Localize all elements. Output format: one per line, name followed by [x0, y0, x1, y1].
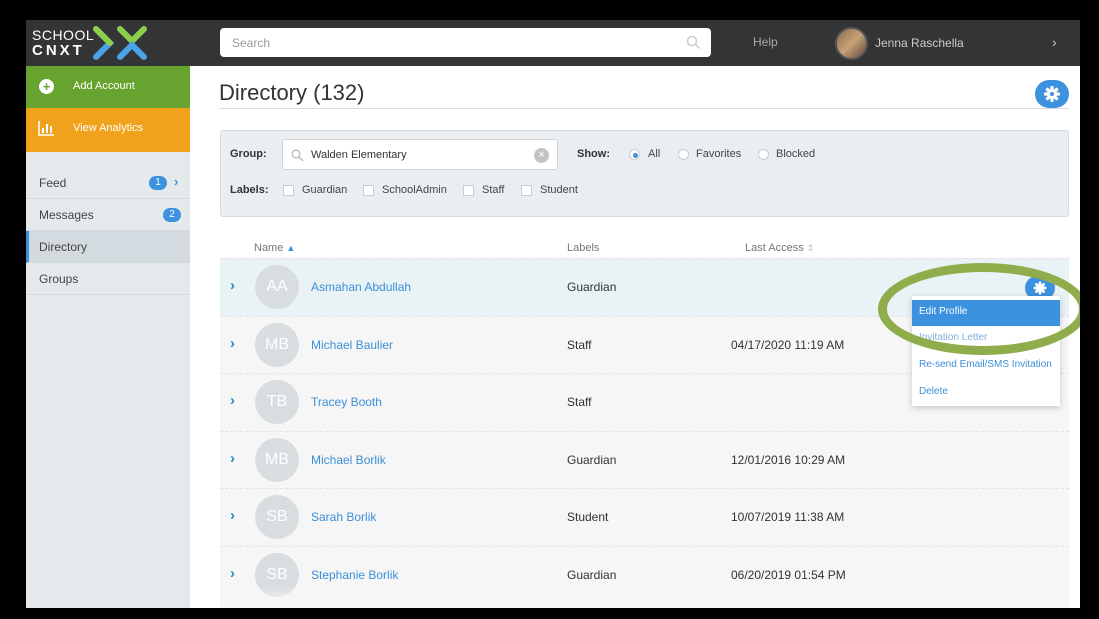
- last-access: 10/07/2019 11:38 AM: [731, 510, 845, 524]
- avatar: AA: [255, 265, 299, 309]
- add-account-button[interactable]: + Add Account: [26, 66, 190, 108]
- sidebar-item-label: Messages: [39, 208, 94, 222]
- last-access: 04/17/2020 11:19 AM: [731, 337, 845, 352]
- user-name[interactable]: Jenna Raschella: [875, 36, 964, 50]
- member-label: Guardian: [567, 280, 617, 294]
- table-row[interactable]: › MB Michael Borlik Guardian 12/01/2016 …: [220, 430, 1069, 488]
- group-value: Walden Elementary: [311, 149, 407, 161]
- sidebar-item-label: Feed: [39, 176, 67, 190]
- bar-chart-icon: [38, 121, 54, 136]
- view-analytics-button[interactable]: View Analytics: [26, 108, 190, 152]
- student-checkbox[interactable]: [521, 185, 532, 196]
- show-label: Show:: [577, 148, 610, 160]
- sidebar-item-feed[interactable]: Feed 1 ›: [26, 167, 190, 199]
- sidebar-item-directory[interactable]: Directory: [26, 231, 190, 263]
- scroll-fade: [220, 586, 1069, 608]
- guardian-checkbox[interactable]: [283, 185, 294, 196]
- sort-icon: ⇕: [806, 243, 815, 253]
- show-blocked-label[interactable]: Blocked: [776, 148, 815, 160]
- search-box: [220, 28, 711, 57]
- last-access-header-text: Last Access: [745, 242, 804, 254]
- menu-item-delete[interactable]: Delete: [912, 380, 1060, 406]
- last-access-column-header[interactable]: Last Access ⇕: [745, 242, 814, 254]
- search-input[interactable]: [232, 28, 672, 57]
- chevron-right-icon[interactable]: ›: [1052, 34, 1057, 50]
- expand-chevron-icon[interactable]: ›: [230, 335, 235, 352]
- logo-line2: CNXT: [32, 42, 85, 59]
- search-icon[interactable]: [686, 35, 701, 50]
- avatar: MB: [255, 322, 299, 367]
- guardian-option-label[interactable]: Guardian: [302, 184, 347, 196]
- app-window: SCHOOL CNXT Help Jenna Raschella › + Add…: [26, 20, 1080, 608]
- school-cnxt-logo[interactable]: SCHOOL CNXT: [32, 25, 152, 61]
- group-field[interactable]: Walden Elementary ×: [282, 139, 558, 170]
- help-link[interactable]: Help: [753, 35, 778, 49]
- user-avatar[interactable]: [835, 27, 868, 60]
- sidebar-item-messages[interactable]: Messages 2: [26, 199, 190, 231]
- logo-mark-icon: [93, 26, 147, 60]
- last-access: 12/01/2016 10:29 AM: [731, 452, 846, 467]
- student-option-label[interactable]: Student: [540, 184, 578, 196]
- expand-chevron-icon[interactable]: ›: [230, 277, 235, 294]
- member-name-link[interactable]: Tracey Booth: [311, 395, 382, 409]
- sidebar-item-label: Groups: [39, 272, 79, 286]
- chevron-right-icon[interactable]: ›: [174, 174, 178, 189]
- avatar: TB: [255, 380, 299, 424]
- search-icon: [291, 149, 304, 162]
- name-header-text: Name: [254, 242, 284, 254]
- member-name-link[interactable]: Michael Baulier: [311, 338, 393, 352]
- add-account-label: Add Account: [73, 80, 135, 92]
- show-blocked-radio[interactable]: [758, 149, 769, 160]
- avatar: SB: [255, 495, 299, 539]
- gear-icon: [1044, 86, 1060, 102]
- staff-option-label[interactable]: Staff: [482, 184, 504, 196]
- member-label: Guardian: [567, 567, 617, 582]
- sidebar-item-groups[interactable]: Groups: [26, 263, 190, 295]
- avatar: MB: [255, 437, 299, 482]
- expand-chevron-icon[interactable]: ›: [230, 565, 235, 582]
- page-title: Directory (132): [219, 80, 365, 105]
- feed-count-badge: 1: [149, 176, 167, 190]
- staff-checkbox[interactable]: [463, 185, 474, 196]
- title-divider: [219, 108, 1069, 109]
- logo-line1: SCHOOL: [32, 27, 95, 43]
- member-label: Student: [567, 510, 609, 524]
- show-all-radio[interactable]: [629, 149, 640, 160]
- member-name-link[interactable]: Stephanie Borlik: [311, 568, 398, 582]
- member-name-link[interactable]: Asmahan Abdullah: [311, 280, 411, 294]
- view-analytics-label: View Analytics: [73, 122, 144, 134]
- member-name-link[interactable]: Sarah Borlik: [311, 510, 376, 524]
- labels-label: Labels:: [230, 184, 269, 196]
- sidebar: + Add Account View Analytics Feed 1 › Me…: [26, 66, 190, 608]
- labels-column-header: Labels: [567, 242, 600, 254]
- filter-panel: Group: Walden Elementary × Show: All Fav…: [220, 130, 1069, 217]
- last-access: 06/20/2019 01:54 PM: [731, 567, 846, 582]
- top-bar: SCHOOL CNXT Help Jenna Raschella ›: [26, 20, 1080, 66]
- directory-settings-button[interactable]: [1035, 80, 1069, 108]
- menu-item-resend-invitation[interactable]: Re-send Email/SMS Invitation: [912, 353, 1060, 379]
- expand-chevron-icon[interactable]: ›: [230, 507, 235, 524]
- highlight-annotation-ring: [878, 263, 1080, 355]
- schooladmin-checkbox[interactable]: [363, 185, 374, 196]
- sidebar-item-label: Directory: [39, 240, 88, 254]
- expand-chevron-icon[interactable]: ›: [230, 450, 235, 467]
- member-label: Staff: [567, 337, 592, 352]
- expand-chevron-icon[interactable]: ›: [230, 392, 235, 409]
- sort-ascending-icon: ▲: [286, 243, 296, 253]
- member-label: Staff: [567, 395, 592, 409]
- show-favorites-label[interactable]: Favorites: [696, 148, 741, 160]
- member-name-link[interactable]: Michael Borlik: [311, 453, 386, 467]
- messages-count-badge: 2: [163, 208, 181, 222]
- member-label: Guardian: [567, 452, 617, 467]
- clear-icon[interactable]: ×: [534, 148, 549, 163]
- plus-icon: +: [39, 79, 54, 94]
- show-all-label[interactable]: All: [648, 148, 660, 160]
- schooladmin-option-label[interactable]: SchoolAdmin: [382, 184, 447, 196]
- show-favorites-radio[interactable]: [678, 149, 689, 160]
- group-label: Group:: [230, 148, 267, 160]
- name-column-header[interactable]: Name ▲: [254, 242, 295, 254]
- table-row[interactable]: › SB Sarah Borlik Student 10/07/2019 11:…: [220, 488, 1069, 546]
